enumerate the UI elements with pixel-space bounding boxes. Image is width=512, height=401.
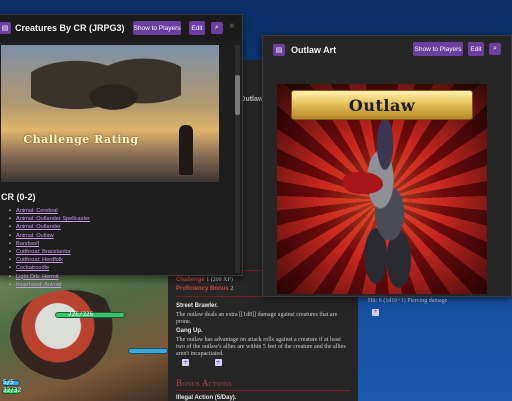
- outlaw-titlebar[interactable]: ▤ Outlaw Art Show to Players Edit ⌕: [263, 36, 511, 64]
- add-action-button[interactable]: +: [372, 309, 379, 316]
- creatures-window[interactable]: ▤ Creatures By CR (JRPG3) Show to Player…: [0, 14, 243, 288]
- trait-title: Gang Up.: [176, 328, 203, 334]
- token-hp-text: 226/226: [68, 311, 94, 318]
- token-bar-left-b-text: 32/32: [3, 387, 22, 394]
- window-title: Creatures By CR (JRPG3): [15, 23, 125, 33]
- token-mana-bar: [128, 348, 168, 354]
- list-item[interactable]: Light Orb: Hermit: [9, 273, 90, 281]
- list-item[interactable]: Animal: Outlaw: [9, 232, 90, 240]
- prof-value: 2: [230, 286, 234, 292]
- window-title: Outlaw Art: [291, 45, 337, 55]
- close-icon[interactable]: ×: [229, 21, 235, 32]
- sheet-title-fragment: Outlaw: [240, 96, 264, 103]
- list-item[interactable]: Cutthroat: Herdfolk: [9, 256, 90, 264]
- trait-title: Street Brawler.: [176, 303, 219, 309]
- creatures-titlebar[interactable]: ▤ Creatures By CR (JRPG3) Show to Player…: [0, 15, 242, 41]
- trait-gang-up: Gang Up. The outlaw has advantage on att…: [176, 328, 350, 358]
- trait-text: The outlaw has advantage on attack rolls…: [176, 337, 346, 357]
- window-icon: ▤: [0, 22, 11, 34]
- red-scarf: [343, 172, 383, 194]
- outlaw-art-window[interactable]: ▤ Outlaw Art Show to Players Edit ⌕ Outl…: [262, 35, 512, 297]
- hero-image: Challenge Rating: [1, 45, 219, 182]
- bonus-actions-heading: Bonus Actions: [176, 378, 233, 388]
- edit-button[interactable]: Edit: [189, 21, 205, 35]
- hero-caption: Challenge Rating: [23, 133, 139, 146]
- challenge-label: Challenge: [176, 277, 205, 283]
- knight-silhouette: [179, 125, 193, 175]
- trait-text: The outlaw deals an extra [[1d8]] damage…: [176, 312, 338, 325]
- challenge-value: 1 (200 XP): [206, 277, 233, 283]
- list-item[interactable]: Animal: Outlander Spellcaster: [9, 215, 90, 223]
- token-bar-left-a-text: 5/5: [3, 379, 14, 386]
- illegal-action-title: Illegal Action (5/Day).: [176, 395, 237, 401]
- scrollbar[interactable]: [235, 45, 240, 273]
- eagle-illustration: [31, 53, 181, 133]
- show-to-players-button[interactable]: Show to Players: [413, 42, 463, 56]
- list-item[interactable]: Bandwolf: [9, 240, 90, 248]
- show-to-players-button[interactable]: Show to Players: [133, 21, 181, 35]
- outlaw-character-illustration: [339, 120, 431, 290]
- list-item[interactable]: Innerhood: Animal: [9, 281, 90, 289]
- search-icon[interactable]: ⌕: [489, 43, 501, 55]
- prof-label: Proficiency Bonus: [176, 286, 229, 292]
- banner-text: Outlaw: [348, 95, 416, 115]
- outlaw-artwork: Outlaw: [277, 84, 487, 294]
- outlaw-banner: Outlaw: [291, 90, 473, 120]
- cr-heading: CR (0-2): [1, 192, 36, 202]
- edit-button[interactable]: Edit: [468, 42, 484, 56]
- scrollbar-thumb[interactable]: [235, 75, 240, 115]
- add-action-button[interactable]: +: [214, 359, 222, 366]
- list-item[interactable]: Animal: Cerebral: [9, 207, 90, 215]
- add-trait-button[interactable]: +: [182, 359, 189, 366]
- creature-token[interactable]: [10, 290, 130, 380]
- tabletop-map[interactable]: 226/226 5/5 32/32: [0, 270, 170, 401]
- search-icon[interactable]: ⌕: [211, 22, 223, 34]
- damage-text: Hit: 6 (1d10+1) Piercing damage: [368, 298, 448, 304]
- trait-street-brawler: Street Brawler. The outlaw deals an extr…: [176, 303, 350, 326]
- creature-list: Animal: Cerebral Animal: Outlander Spell…: [9, 207, 90, 289]
- divider: [176, 390, 350, 391]
- list-item[interactable]: Cockatroodle: [9, 264, 90, 272]
- list-item[interactable]: Cutthroat: Bracelantor: [9, 248, 90, 256]
- list-item[interactable]: Animal: Outlander: [9, 223, 90, 231]
- window-icon: ▤: [273, 44, 285, 56]
- trait-add-row: + +: [176, 359, 350, 366]
